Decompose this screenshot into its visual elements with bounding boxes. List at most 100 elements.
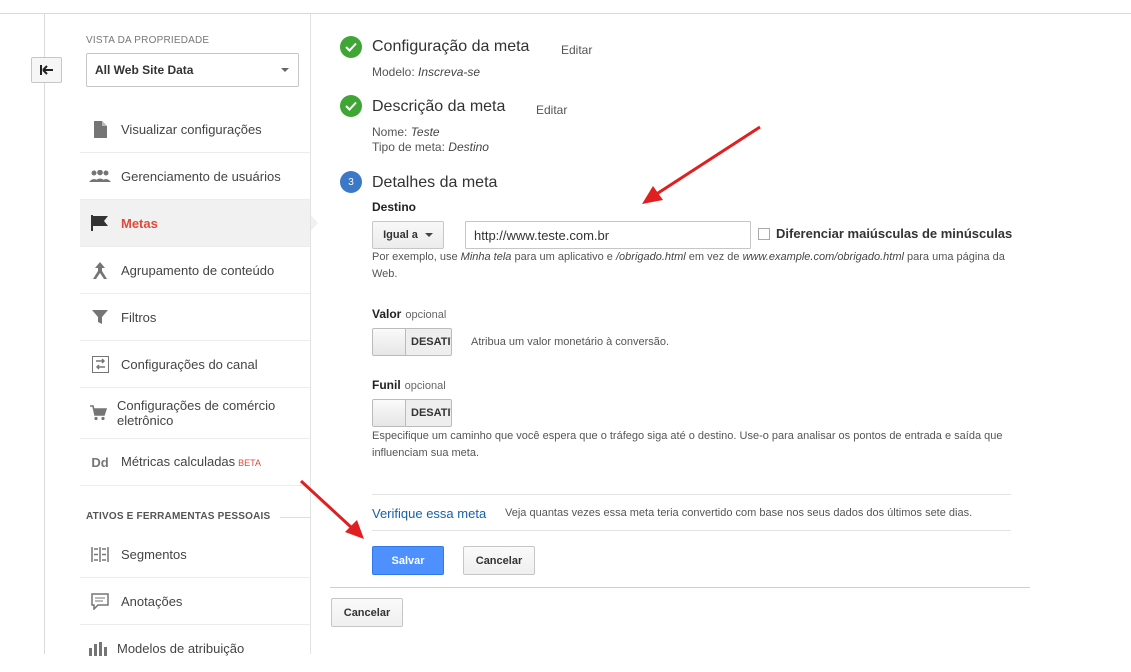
cancel-outer-button[interactable]: Cancelar xyxy=(331,598,403,627)
property-view-label: VISTA DA PROPRIEDADE xyxy=(86,35,210,46)
sidebar-item-segments[interactable]: Segmentos xyxy=(80,531,310,578)
channel-icon xyxy=(80,355,120,373)
step-goal-details: 3 xyxy=(340,171,362,193)
chevron-down-icon xyxy=(424,233,433,237)
help-example: Minha tela xyxy=(460,251,512,263)
sidebar-item-calculated-metrics[interactable]: Dd Métricas calculadas BETA xyxy=(80,439,310,486)
sidebar-item-content-grouping[interactable]: Agrupamento de conteúdo xyxy=(80,247,310,294)
cancel-button[interactable]: Cancelar xyxy=(463,546,535,575)
cart-icon xyxy=(80,405,116,421)
verify-goal-description: Veja quantas vezes essa meta teria conve… xyxy=(505,507,973,519)
value-toggle-text: DESATIVADO xyxy=(411,336,451,348)
help-text-part: Por exemplo, use xyxy=(372,251,461,263)
value-label-text: Valor xyxy=(372,307,402,321)
divider xyxy=(372,494,1011,495)
goal-type-value: Destino xyxy=(448,140,489,154)
destination-url-input[interactable]: http://www.teste.com.br xyxy=(465,221,751,249)
funnel-toggle[interactable]: DESATIVADO xyxy=(372,399,452,427)
left-rail-divider xyxy=(44,14,45,654)
step-2-detail-type: Tipo de meta: Destino xyxy=(372,140,489,154)
step-2-title: Descrição da meta xyxy=(372,98,506,115)
save-button[interactable]: Salvar xyxy=(372,546,444,575)
sidebar-item-label: Configurações do canal xyxy=(121,356,258,372)
value-label: Valor opcional xyxy=(372,307,446,321)
step-3-title: Detalhes da meta xyxy=(372,174,498,191)
sidebar-item-ecommerce-settings[interactable]: Configurações de comércio eletrônico xyxy=(80,388,310,439)
value-toggle[interactable]: DESATIVADO xyxy=(372,328,452,356)
content-grouping-icon xyxy=(80,261,120,279)
help-example: /obrigado.html xyxy=(615,251,686,263)
sidebar-item-label: Métricas calculadas xyxy=(121,453,236,469)
verify-goal-link[interactable]: Verifique essa meta xyxy=(372,506,486,521)
sidebar-item-label: Metas xyxy=(121,215,158,231)
step-2-detail-name: Nome: Teste xyxy=(372,125,440,139)
filter-icon xyxy=(80,309,120,325)
funnel-help-text: Especifique um caminho que você espera q… xyxy=(372,430,1003,459)
segments-icon xyxy=(80,546,120,562)
back-arrow-icon xyxy=(39,65,53,75)
divider xyxy=(372,530,1011,531)
annotation-icon xyxy=(80,592,120,610)
funnel-label: Funil opcional xyxy=(372,378,446,392)
sidebar-item-label-wrap: Métricas calculadas BETA xyxy=(121,454,261,471)
users-icon xyxy=(80,170,120,182)
step-3-number: 3 xyxy=(340,171,362,193)
dd-icon: Dd xyxy=(91,454,109,470)
case-sensitive-checkbox[interactable] xyxy=(758,228,770,240)
personal-tools-heading: ATIVOS E FERRAMENTAS PESSOAIS xyxy=(86,511,271,522)
optional-tag: opcional xyxy=(405,309,447,321)
section-divider xyxy=(280,517,310,518)
back-button[interactable] xyxy=(31,57,62,83)
destination-label: Destino xyxy=(372,200,417,214)
case-sensitive-label: Diferenciar maiúsculas de minúsculas xyxy=(776,226,1013,241)
help-text-part: em vez de xyxy=(685,251,743,263)
flag-icon xyxy=(80,215,120,231)
property-view-select[interactable]: All Web Site Data xyxy=(86,53,299,87)
beta-badge: BETA xyxy=(238,457,261,468)
goal-setup-panel: Configuração da meta Editar Modelo: Insc… xyxy=(330,14,1030,654)
destination-help-text: Por exemplo, use Minha tela para um apli… xyxy=(372,249,1012,283)
sidebar-item-user-management[interactable]: Gerenciamento de usuários xyxy=(80,153,310,200)
chevron-down-icon xyxy=(281,68,289,72)
help-example: www.example.com/obrigado.html xyxy=(742,251,904,263)
section-bottom-divider xyxy=(330,587,1030,588)
sidebar-item-label: Agrupamento de conteúdo xyxy=(121,262,275,278)
step-goal-setup xyxy=(340,36,362,58)
sidebar-item-channel-settings[interactable]: Configurações do canal xyxy=(80,341,310,388)
sidebar-item-label: Anotações xyxy=(121,593,183,609)
step-goal-description xyxy=(340,95,362,117)
template-value: Inscreva-se xyxy=(418,65,481,79)
match-type-value: Igual a xyxy=(383,229,418,241)
document-icon xyxy=(80,120,120,138)
value-description: Atribua um valor monetário à conversão. xyxy=(471,336,670,348)
property-view-select-value: All Web Site Data xyxy=(95,63,194,77)
step-2-edit-link[interactable]: Editar xyxy=(536,103,567,117)
checkmark-icon xyxy=(340,36,362,58)
optional-tag: opcional xyxy=(404,380,446,392)
sidebar-item-label: Filtros xyxy=(121,309,157,325)
funnel-toggle-text: DESATIVADO xyxy=(411,407,451,419)
sidebar-item-annotations[interactable]: Anotações xyxy=(80,578,310,625)
template-label: Modelo: xyxy=(372,65,415,79)
sidebar-item-label: Configurações de comércio eletrônico xyxy=(117,398,276,428)
match-type-select[interactable]: Igual a xyxy=(372,221,444,249)
toggle-knob xyxy=(373,329,406,355)
toggle-knob xyxy=(373,400,406,426)
name-value: Teste xyxy=(410,125,440,139)
sidebar-item-view-settings[interactable]: Visualizar configurações xyxy=(80,106,310,153)
funnel-label-text: Funil xyxy=(372,378,401,392)
name-label: Nome: xyxy=(372,125,408,139)
checkmark-icon xyxy=(340,95,362,117)
sidebar-item-label: Segmentos xyxy=(121,546,187,562)
goal-type-label: Tipo de meta: xyxy=(372,140,445,154)
sidebar-divider xyxy=(310,14,311,654)
sidebar-item-filters[interactable]: Filtros xyxy=(80,294,310,341)
sidebar-item-goals[interactable]: Metas xyxy=(80,200,318,247)
step-1-title: Configuração da meta xyxy=(372,38,530,55)
sidebar-item-label: Gerenciamento de usuários xyxy=(121,168,281,184)
step-1-detail: Modelo: Inscreva-se xyxy=(372,65,480,79)
admin-sidebar: VISTA DA PROPRIEDADE All Web Site Data V… xyxy=(80,14,318,656)
step-1-edit-link[interactable]: Editar xyxy=(561,43,592,57)
help-text-part: para um aplicativo e xyxy=(511,251,616,263)
sidebar-item-label: Visualizar configurações xyxy=(121,121,262,137)
